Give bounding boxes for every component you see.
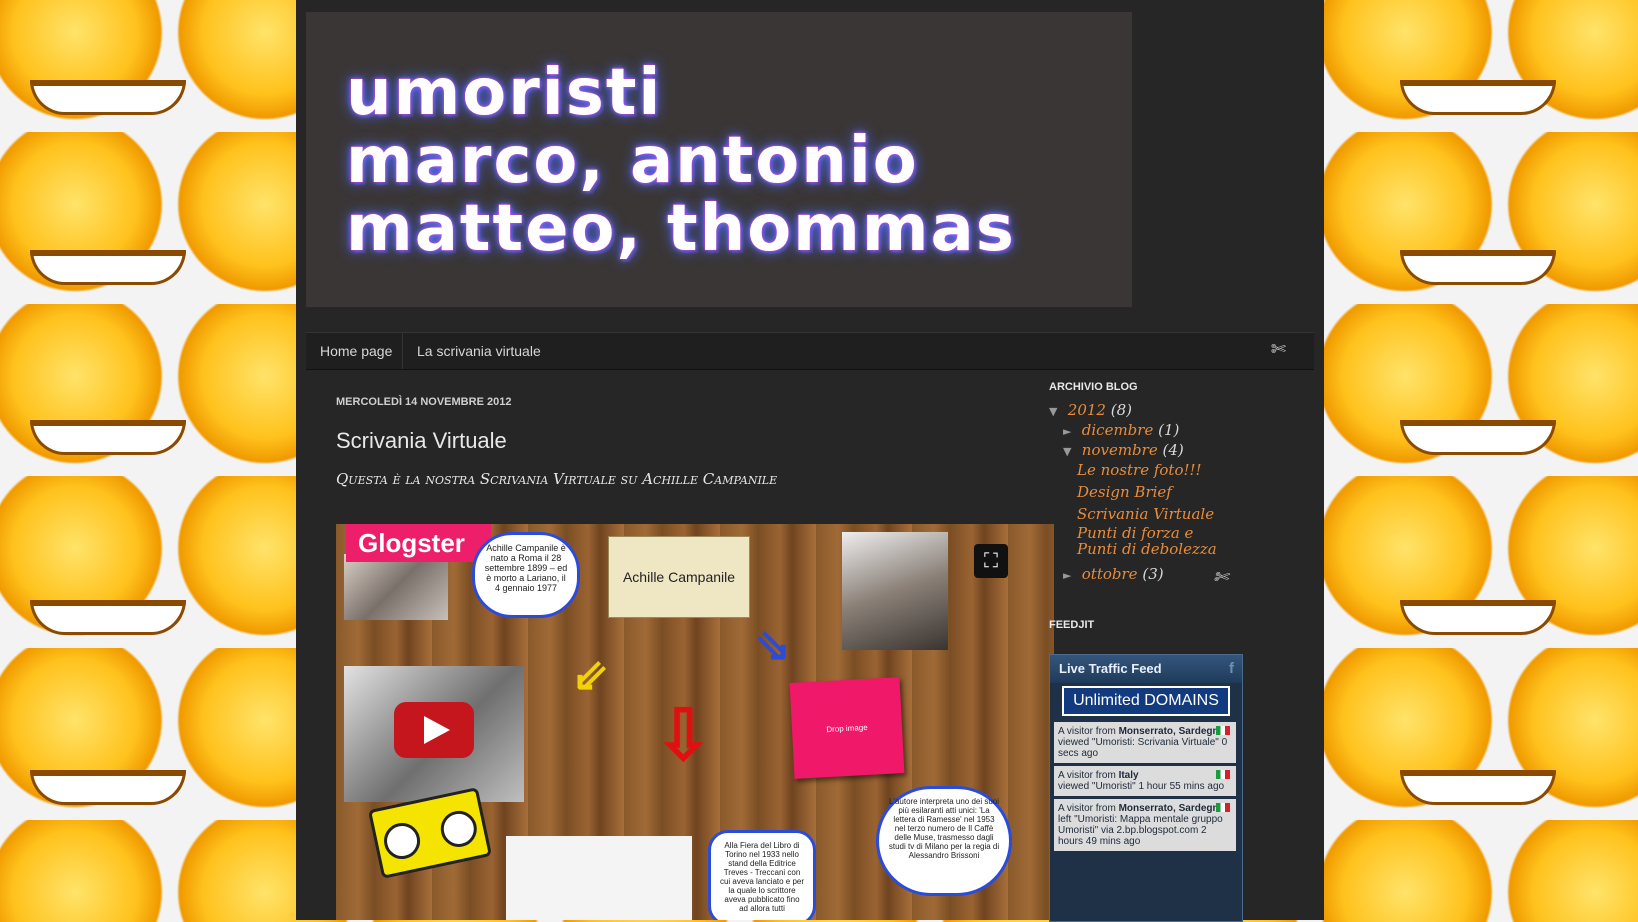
- feed-entry[interactable]: A visitor from Monserrato, Sardegna view…: [1054, 722, 1236, 763]
- background-emoji-mouth: [30, 80, 186, 115]
- edit-wrench-icon[interactable]: ✄: [1213, 567, 1228, 588]
- archive-month-ottobre: ► ottobre (3) ✄: [1063, 565, 1249, 588]
- background-emoji-mouth: [30, 600, 186, 635]
- entry-action: viewed: [1058, 781, 1092, 792]
- entry-time: 1 hour 55 mins ago: [1135, 781, 1225, 792]
- entry-place: Monserrato, Sardegna: [1118, 803, 1225, 814]
- feed-header: Live Traffic Feed f: [1050, 655, 1242, 683]
- background-emoji-mouth: [30, 420, 186, 455]
- archive-year-link[interactable]: 2012: [1068, 401, 1106, 419]
- facebook-icon[interactable]: f: [1229, 655, 1234, 683]
- archive-heading: ARCHIVIO BLOG: [1049, 381, 1138, 393]
- archive-month-count: (1): [1158, 421, 1180, 439]
- red-arrow-icon: ⇩: [654, 696, 713, 774]
- italy-flag-icon: [1216, 726, 1230, 735]
- expand-triangle-icon[interactable]: ▼: [1063, 445, 1077, 458]
- entry-target[interactable]: "Umoristi: Scrivania Virtuale": [1092, 737, 1219, 748]
- date-header: MERCOLEDÌ 14 NOVEMBRE 2012: [336, 396, 512, 408]
- collapse-triangle-icon[interactable]: ►: [1063, 425, 1077, 438]
- entry-action: left: [1058, 814, 1075, 825]
- background-emoji-mouth: [1400, 600, 1556, 635]
- entry-action: viewed: [1058, 737, 1092, 748]
- fullscreen-icon[interactable]: ⛶: [974, 544, 1008, 578]
- glogster-logo[interactable]: Glogster: [346, 524, 491, 562]
- archive-month-count: (3): [1142, 565, 1164, 583]
- archive-month-count: (4): [1162, 441, 1184, 459]
- blue-arrow-icon: ⇘: [754, 621, 791, 670]
- header-title-line-3: matteo, thommas: [346, 192, 1016, 266]
- archive-month-link[interactable]: novembre: [1082, 441, 1158, 459]
- archive-year-count: (8): [1110, 401, 1132, 419]
- baby-photo: [344, 554, 448, 620]
- ad-word-2: DOMAINS: [1144, 692, 1219, 709]
- archive-post-link[interactable]: Le nostre foto!!!: [1077, 461, 1202, 479]
- header-banner[interactable]: umoristi marco, antonio matteo, thommas: [306, 12, 1132, 307]
- nav-tabs: Home page La scrivania virtuale ✄: [306, 332, 1314, 370]
- archive-month-dicembre: ► dicembre (1): [1063, 421, 1249, 439]
- tab-scrivania-virtuale[interactable]: La scrivania virtuale: [402, 333, 555, 369]
- youtube-play-icon[interactable]: [394, 702, 474, 758]
- feed-title: Live Traffic Feed: [1059, 661, 1162, 676]
- entry-target[interactable]: "Umoristi": [1092, 781, 1136, 792]
- header-title-line-2: marco, antonio: [346, 124, 919, 198]
- background-emoji-mouth: [30, 250, 186, 285]
- portrait-photo: [842, 532, 948, 650]
- archive-month-link[interactable]: ottobre: [1082, 565, 1138, 583]
- background-emoji-mouth: [1400, 420, 1556, 455]
- post-area: MERCOLEDÌ 14 NOVEMBRE 2012 Scrivania Vir…: [316, 380, 1056, 920]
- italy-flag-icon: [1216, 803, 1230, 812]
- birth-info-bubble: Achille Campanile è nato a Roma il 28 se…: [472, 532, 580, 618]
- tab-home-page[interactable]: Home page: [306, 333, 406, 369]
- italy-flag-icon: [1216, 770, 1230, 779]
- entry-place: Italy: [1118, 770, 1139, 781]
- post-title[interactable]: Scrivania Virtuale: [336, 428, 507, 454]
- entry-prefix: A visitor from: [1058, 803, 1119, 814]
- background-emoji-mouth: [1400, 250, 1556, 285]
- archive-post-link[interactable]: Design Brief: [1077, 483, 1172, 501]
- archive-post-link[interactable]: Punti di forza e Punti di debolezza: [1077, 524, 1217, 558]
- edit-wrench-icon[interactable]: ✄: [1271, 339, 1286, 360]
- unlimited-domains-ad[interactable]: Unlimited DOMAINS: [1062, 686, 1230, 716]
- archive-year: ▼ 2012 (8): [1049, 401, 1249, 419]
- live-traffic-feed: Live Traffic Feed f Unlimited DOMAINS A …: [1049, 654, 1243, 922]
- archive-post-link[interactable]: Scrivania Virtuale: [1077, 505, 1214, 523]
- background-emoji-mouth: [1400, 80, 1556, 115]
- archive-post-list: Le nostre foto!!! Design Brief Scrivania…: [1077, 459, 1249, 557]
- feedjit-heading: FEEDJIT: [1049, 619, 1095, 631]
- background-emoji-mouth: [1400, 770, 1556, 805]
- entry-via: via 2.bp.blogspot.com: [1098, 825, 1199, 836]
- fair-info-bubble: Alla Fiera del Libro di Torino nel 1933 …: [708, 830, 816, 920]
- entry-place: Monserrato, Sardegna: [1118, 726, 1225, 737]
- ad-word-1: Unlimited: [1073, 692, 1140, 709]
- collapse-triangle-icon[interactable]: ►: [1063, 569, 1077, 582]
- entry-prefix: A visitor from: [1058, 770, 1119, 781]
- post-subtitle: Questa è la nostra Scrivania Virtuale su…: [336, 470, 778, 488]
- tv-info-bubble: L'autore interpreta uno dei suoi più esi…: [876, 786, 1012, 896]
- title-scroll: Achille Campanile: [608, 536, 750, 618]
- header-title-line-1: umoristi: [346, 56, 663, 130]
- glogster-embed[interactable]: Glogster Achille Campanile è nato a Roma…: [336, 524, 1054, 920]
- sketch-paper: [506, 836, 692, 920]
- expand-triangle-icon[interactable]: ▼: [1049, 405, 1063, 418]
- background-emoji-mouth: [30, 770, 186, 805]
- yellow-arrow-icon: ⇙: [572, 651, 609, 700]
- entry-prefix: A visitor from: [1058, 726, 1119, 737]
- drop-image-placeholder[interactable]: Drop image: [789, 677, 905, 779]
- archive-month-novembre: ▼ novembre (4): [1063, 441, 1249, 459]
- feed-entry[interactable]: A visitor from Italy viewed "Umoristi" 1…: [1054, 766, 1236, 796]
- feed-entry[interactable]: A visitor from Monserrato, Sardegna left…: [1054, 799, 1236, 851]
- sidebar: ARCHIVIO BLOG ▼ 2012 (8) ► dicembre (1) …: [1049, 380, 1249, 631]
- archive-month-link[interactable]: dicembre: [1082, 421, 1154, 439]
